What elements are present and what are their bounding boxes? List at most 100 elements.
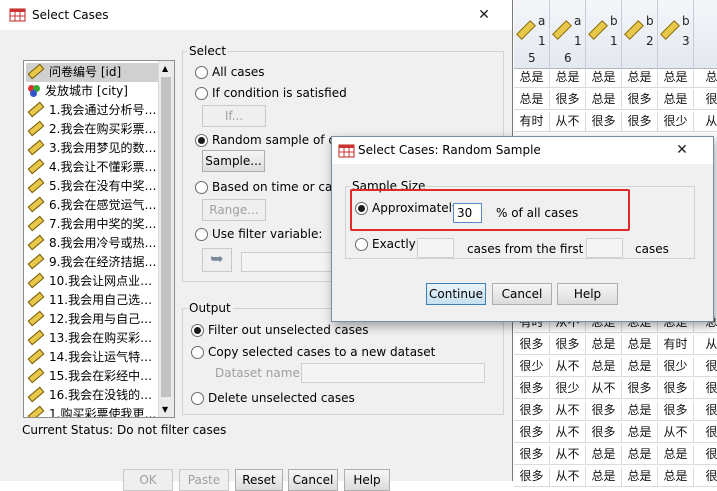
grid-cell[interactable]: 总是 xyxy=(658,90,694,110)
grid-cell[interactable]: 很多 xyxy=(586,401,622,421)
variable-item[interactable]: 1.我会通过分析号… xyxy=(26,101,160,120)
help-button[interactable]: Help xyxy=(344,469,390,491)
grid-cell[interactable]: 从不 xyxy=(550,112,586,132)
if-button[interactable]: If... xyxy=(202,105,266,127)
grid-cell[interactable]: 总是 xyxy=(622,445,658,465)
reset-button[interactable]: Reset xyxy=(235,469,283,491)
grid-cell[interactable]: 总是 xyxy=(622,423,658,443)
dataset-name-input[interactable] xyxy=(301,363,485,383)
grid-cell[interactable]: 很多 xyxy=(550,335,586,355)
paste-button[interactable]: Paste xyxy=(179,469,229,491)
variable-item[interactable]: 5.我会在没有中奖… xyxy=(26,177,160,196)
column-header[interactable]: a 15 xyxy=(514,0,550,69)
variable-item[interactable]: 6.我会在感觉运气… xyxy=(26,196,160,215)
grid-cell[interactable]: 总是 xyxy=(586,467,622,487)
filter-variable-field[interactable] xyxy=(241,252,337,272)
if-condition-option[interactable]: If condition is satisfied xyxy=(195,86,347,100)
ok-button[interactable]: OK xyxy=(123,469,173,491)
exact-cases-input[interactable] xyxy=(417,238,454,258)
grid-cell[interactable]: 总是 xyxy=(586,68,622,88)
grid-cell[interactable]: 总是 xyxy=(514,68,550,88)
variable-item[interactable]: 问卷编号 [id] xyxy=(26,63,160,82)
variable-item[interactable]: 3.我会用梦见的数… xyxy=(26,139,160,158)
grid-cell[interactable]: 有时 xyxy=(514,112,550,132)
sub-help-button[interactable]: Help xyxy=(557,283,618,305)
column-header[interactable]: b2 xyxy=(622,0,658,69)
grid-cell[interactable]: 很多 xyxy=(586,423,622,443)
grid-cell[interactable]: 总是 xyxy=(550,68,586,88)
exactly-option[interactable]: Exactly xyxy=(355,237,416,251)
use-filter-radio[interactable] xyxy=(195,228,208,241)
delete-unselected-option[interactable]: Delete unselected cases xyxy=(191,391,355,405)
grid-cell[interactable]: 总是 xyxy=(658,467,694,487)
variable-item[interactable]: 7.我会用中奖的奖… xyxy=(26,215,160,234)
grid-cell[interactable]: 总是 xyxy=(622,467,658,487)
delete-unselected-radio[interactable] xyxy=(191,392,204,405)
variable-item[interactable]: 14.我会让运气特… xyxy=(26,348,160,367)
all-cases-option[interactable]: All cases xyxy=(195,65,265,79)
use-filter-option[interactable]: Use filter variable: xyxy=(195,227,322,241)
column-header[interactable]: a 16 xyxy=(550,0,586,69)
variable-item[interactable]: 发放城市 [city] xyxy=(26,82,160,101)
grid-cell[interactable]: 总是 xyxy=(586,335,622,355)
grid-cell[interactable]: 从不 xyxy=(550,401,586,421)
grid-cell[interactable]: 很多 xyxy=(514,467,550,487)
grid-cell[interactable]: 很 xyxy=(694,467,717,487)
grid-cell[interactable]: 很 xyxy=(694,445,717,465)
variable-item[interactable]: 12.我会用与自己… xyxy=(26,310,160,329)
move-arrow-icon[interactable]: ➥ xyxy=(202,248,232,272)
grid-cell[interactable]: 很 xyxy=(694,357,717,377)
sub-cancel-button[interactable]: Cancel xyxy=(492,283,552,305)
all-cases-radio[interactable] xyxy=(195,66,208,79)
variable-item[interactable]: 15.我会在彩经中… xyxy=(26,367,160,386)
range-button[interactable]: Range... xyxy=(202,199,266,221)
grid-cell[interactable]: 很多 xyxy=(658,379,694,399)
grid-cell[interactable]: 很多 xyxy=(658,401,694,421)
if-condition-radio[interactable] xyxy=(195,87,208,100)
grid-cell[interactable]: 很多 xyxy=(622,90,658,110)
exactly-radio[interactable] xyxy=(355,238,368,251)
grid-cell[interactable]: 很多 xyxy=(586,112,622,132)
variable-item[interactable]: 16.我会在没钱的… xyxy=(26,386,160,405)
grid-cell[interactable]: 很多 xyxy=(514,401,550,421)
grid-cell[interactable]: 很少 xyxy=(550,379,586,399)
grid-cell[interactable]: 从不 xyxy=(550,467,586,487)
variable-item[interactable]: 9.我会在经济拮据… xyxy=(26,253,160,272)
grid-cell[interactable]: 很多 xyxy=(514,445,550,465)
grid-cell[interactable]: 很 xyxy=(694,379,717,399)
grid-cell[interactable]: 从不 xyxy=(550,357,586,377)
close-icon[interactable]: ✕ xyxy=(460,4,508,26)
scroll-up-icon[interactable]: ▲ xyxy=(162,64,168,73)
scroll-down-icon[interactable]: ▼ xyxy=(162,405,168,414)
filter-out-option[interactable]: Filter out unselected cases xyxy=(191,323,369,337)
copy-selected-option[interactable]: Copy selected cases to a new dataset xyxy=(191,345,435,359)
based-on-time-radio[interactable] xyxy=(195,181,208,194)
grid-cell[interactable]: 从 xyxy=(694,335,717,355)
grid-cell[interactable]: 很少 xyxy=(658,112,694,132)
column-header[interactable]: b3 xyxy=(658,0,694,69)
random-sample-radio[interactable] xyxy=(195,134,208,147)
grid-cell[interactable]: 很多 xyxy=(514,335,550,355)
cancel-button[interactable]: Cancel xyxy=(288,469,338,491)
sub-close-icon[interactable]: ✕ xyxy=(658,139,706,161)
grid-cell[interactable]: 总是 xyxy=(586,445,622,465)
grid-cell[interactable]: 总是 xyxy=(622,335,658,355)
grid-cell[interactable]: 总是 xyxy=(622,357,658,377)
variable-item[interactable]: 10.我会让网点业… xyxy=(26,272,160,291)
grid-cell[interactable]: 很多 xyxy=(550,90,586,110)
grid-cell[interactable]: 从不 xyxy=(658,423,694,443)
copy-selected-radio[interactable] xyxy=(191,346,204,359)
grid-cell[interactable]: 总是 xyxy=(514,90,550,110)
grid-cell[interactable]: 总 xyxy=(694,68,717,88)
scroll-thumb[interactable] xyxy=(161,77,171,397)
grid-cell[interactable]: 很多 xyxy=(514,379,550,399)
variable-item[interactable]: 1.购买彩票使我更… xyxy=(26,405,160,417)
grid-cell[interactable]: 从不 xyxy=(550,423,586,443)
grid-cell[interactable]: 很多 xyxy=(622,379,658,399)
column-header[interactable]: b1 xyxy=(586,0,622,69)
filter-out-radio[interactable] xyxy=(191,324,204,337)
grid-cell[interactable]: 总是 xyxy=(586,90,622,110)
variable-item[interactable]: 13.我会在购买彩… xyxy=(26,329,160,348)
grid-cell[interactable]: 很少 xyxy=(658,357,694,377)
variable-item[interactable]: 8.我会用冷号或热… xyxy=(26,234,160,253)
